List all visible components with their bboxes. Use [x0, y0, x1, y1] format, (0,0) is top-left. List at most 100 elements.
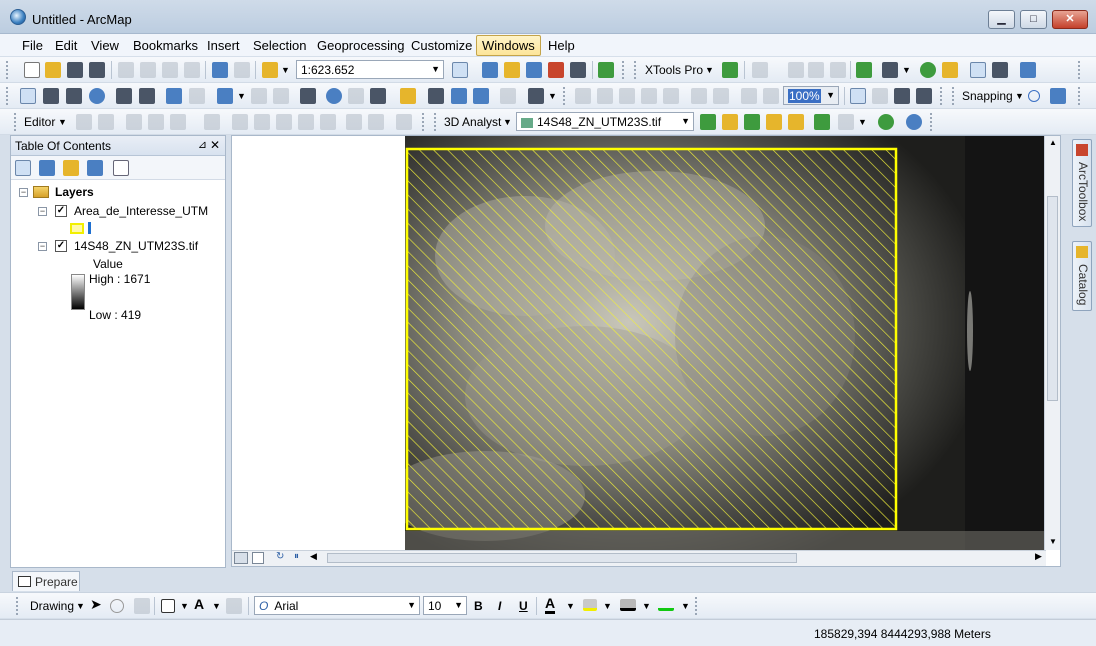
- bold-button[interactable]: B: [474, 599, 483, 613]
- paste-icon[interactable]: [162, 62, 178, 78]
- menu-help[interactable]: Help: [543, 37, 580, 54]
- chevron-down-icon[interactable]: ▼: [1015, 91, 1024, 101]
- rectangle-icon[interactable]: [161, 599, 175, 613]
- polygon-symbol-icon[interactable]: [70, 223, 84, 234]
- delete-icon[interactable]: [184, 62, 200, 78]
- chevron-down-icon[interactable]: ▼: [642, 601, 651, 611]
- menu-customize[interactable]: Customize: [406, 37, 477, 54]
- toolbar-grip[interactable]: [695, 597, 698, 615]
- toolbar-grip[interactable]: [434, 113, 437, 131]
- toolbar-grip[interactable]: [952, 87, 955, 105]
- horizontal-scrollbar[interactable]: ↻ ⏸ ◀ ▶: [232, 550, 1046, 566]
- xtools-add-icon[interactable]: [722, 62, 738, 78]
- toolbar-grip[interactable]: [14, 113, 17, 131]
- endpoint-arc-icon[interactable]: [148, 114, 164, 130]
- layout-back-icon[interactable]: [741, 88, 757, 104]
- font-size-combo[interactable]: 10 ▼: [423, 596, 467, 615]
- python-window-icon[interactable]: [570, 62, 586, 78]
- fixed-zoom-in-icon[interactable]: [116, 88, 132, 104]
- toggle-draft-mode-icon[interactable]: [850, 88, 866, 104]
- html-popup-icon[interactable]: [370, 88, 386, 104]
- zoom-100-icon[interactable]: [641, 88, 657, 104]
- fixed-zoom-out-icon[interactable]: [139, 88, 155, 104]
- clear-selection-icon[interactable]: [251, 88, 267, 104]
- edit-vertices-draw-icon[interactable]: [226, 598, 242, 614]
- forward-arrow-icon[interactable]: [189, 88, 205, 104]
- layer-visibility-checkbox[interactable]: ✓: [55, 240, 67, 252]
- scroll-up-icon[interactable]: ▲: [1049, 138, 1057, 147]
- arcscene-icon[interactable]: [906, 114, 922, 130]
- toolbar-grip[interactable]: [930, 113, 933, 131]
- chevron-down-icon[interactable]: ▼: [705, 65, 714, 75]
- scroll-down-icon[interactable]: ▼: [1049, 537, 1057, 546]
- line-of-sight-icon[interactable]: [744, 114, 760, 130]
- save-icon[interactable]: [67, 62, 83, 78]
- go-to-xy-icon[interactable]: [473, 88, 489, 104]
- reshape-icon[interactable]: [254, 114, 270, 130]
- menu-view[interactable]: View: [86, 37, 124, 54]
- cut-icon[interactable]: [118, 62, 134, 78]
- data-view-icon[interactable]: [234, 552, 248, 564]
- menu-bookmarks[interactable]: Bookmarks: [128, 37, 203, 54]
- chevron-down-icon[interactable]: ▼: [858, 117, 867, 127]
- chevron-down-icon[interactable]: ▼: [180, 601, 189, 611]
- snapping-menu[interactable]: Snapping: [962, 89, 1013, 103]
- toolbar-grip[interactable]: [6, 87, 9, 105]
- close-button[interactable]: ✕: [1052, 10, 1088, 29]
- full-extent-icon[interactable]: [89, 88, 105, 104]
- zoom-in-icon[interactable]: [20, 88, 36, 104]
- toolbar-grip[interactable]: [1078, 61, 1081, 79]
- map-scale-combo[interactable]: 1:623.652 ▼: [296, 60, 444, 79]
- options-icon[interactable]: [113, 160, 129, 176]
- toolbar-grip[interactable]: [1078, 87, 1081, 105]
- menu-windows[interactable]: Windows: [476, 35, 541, 56]
- search-window-icon[interactable]: [526, 62, 542, 78]
- marker-color-icon[interactable]: [658, 599, 674, 611]
- minimize-button[interactable]: ▁: [988, 10, 1015, 29]
- pan-icon[interactable]: [66, 88, 82, 104]
- 3d-analyst-menu[interactable]: 3D Analyst: [444, 115, 501, 129]
- prepare-tab[interactable]: Prepare: [12, 571, 80, 591]
- zoom-to-elements-icon[interactable]: [134, 598, 150, 614]
- vertical-scroll-thumb[interactable]: [1047, 196, 1058, 401]
- font-family-combo[interactable]: O Arial ▼: [254, 596, 420, 615]
- arctoolbox-tab[interactable]: ArcToolbox: [1072, 139, 1092, 227]
- chevron-down-icon[interactable]: ▼: [681, 601, 690, 611]
- menu-file[interactable]: File: [17, 37, 48, 54]
- layer-raster-tif[interactable]: 14S48_ZN_UTM23S.tif: [74, 239, 198, 253]
- layout-view-icon[interactable]: [970, 62, 986, 78]
- line-color-icon[interactable]: [620, 599, 636, 611]
- open-folder-icon[interactable]: [45, 62, 61, 78]
- pause-drawing-icon[interactable]: ⏸: [294, 551, 299, 562]
- toolbar-grip[interactable]: [16, 597, 19, 615]
- layer-area-de-interesse[interactable]: Area_de_Interesse_UTM: [74, 204, 208, 218]
- find-route-icon[interactable]: [451, 88, 467, 104]
- list-by-drawing-order-icon[interactable]: [15, 160, 31, 176]
- drawing-menu[interactable]: Drawing: [30, 599, 74, 613]
- split-tool-icon[interactable]: [298, 114, 314, 130]
- area-of-interest-polygon[interactable]: [405, 147, 898, 531]
- list-by-selection-icon[interactable]: [87, 160, 103, 176]
- merge-icon[interactable]: [830, 62, 846, 78]
- menu-geoprocessing[interactable]: Geoprocessing: [312, 37, 409, 54]
- catalog-window-icon[interactable]: [504, 62, 520, 78]
- layout-forward-icon[interactable]: [763, 88, 779, 104]
- menu-insert[interactable]: Insert: [202, 37, 245, 54]
- menu-selection[interactable]: Selection: [248, 37, 311, 54]
- rotate-icon[interactable]: [320, 114, 336, 130]
- interpolate-polygon-icon[interactable]: [814, 114, 830, 130]
- vertical-scrollbar[interactable]: ▲ ▼: [1044, 136, 1060, 550]
- info-icon[interactable]: [920, 62, 936, 78]
- measure-icon[interactable]: [400, 88, 416, 104]
- xtools-pro-menu[interactable]: XTools Pro: [645, 63, 703, 77]
- select-elements-arrow-icon[interactable]: [300, 88, 316, 104]
- layout-fixed-out-icon[interactable]: [713, 88, 729, 104]
- chevron-down-icon[interactable]: ▼: [548, 91, 557, 101]
- arctoolbox-icon[interactable]: [548, 62, 564, 78]
- fill-color-icon[interactable]: [583, 599, 597, 611]
- undo-icon[interactable]: [212, 62, 228, 78]
- chevron-down-icon[interactable]: ▼: [58, 117, 67, 127]
- layout-full-page-icon[interactable]: [663, 88, 679, 104]
- select-by-graphics-icon[interactable]: [273, 88, 289, 104]
- steepest-path-icon[interactable]: [722, 114, 738, 130]
